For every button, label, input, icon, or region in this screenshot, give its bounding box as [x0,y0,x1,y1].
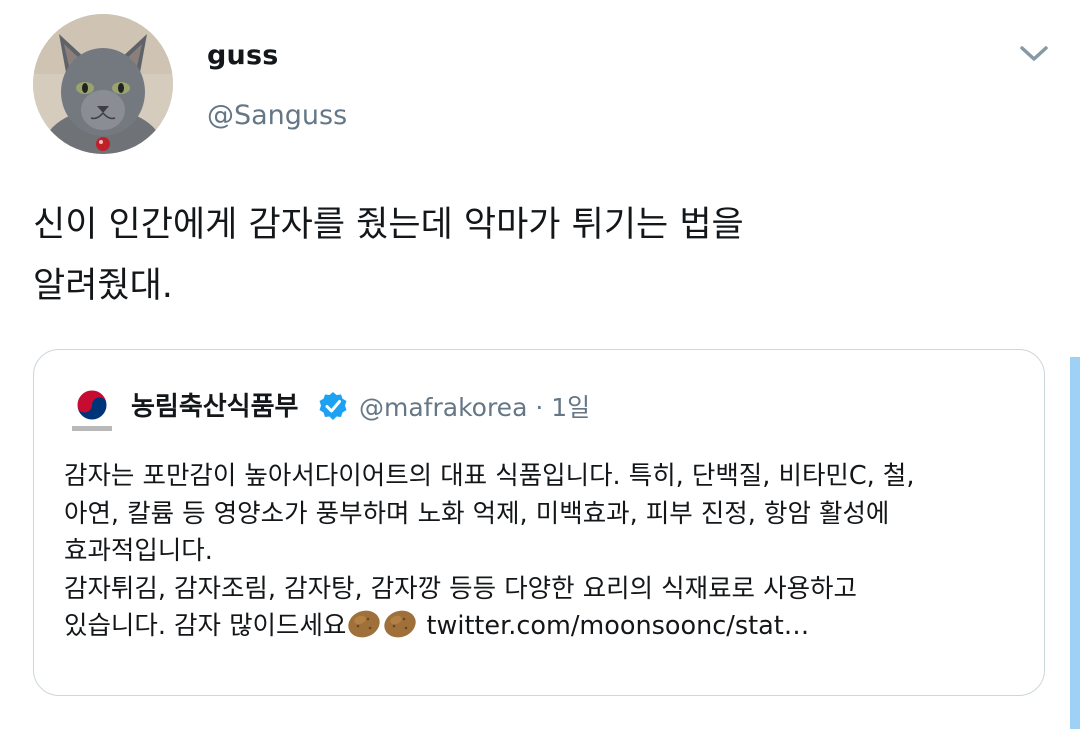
verified-badge-icon [319,392,347,420]
quoted-body-text: 있습니다. 감자 많이드세요 [64,611,347,641]
quoted-tweet-body: 감자는 포만감이 높아서다이어트의 대표 식품입니다. 특히, 단백질, 비타민… [64,458,1024,646]
ministry-logo [64,385,120,437]
potato-emoji [348,610,381,638]
quoted-author-name[interactable]: 농림축산식품부 [131,386,298,423]
quoted-body-line: 있습니다. 감자 많이드세요 twitter.com/moonsoonc/sta… [64,608,1024,646]
scrollbar[interactable] [1070,357,1080,729]
tweet-text: 신이 인간에게 감자를 줬는데 악마가 튀기는 법을 알려줬대. [33,195,1033,317]
tweet-more-button[interactable] [1016,40,1052,66]
tweet-author-handle[interactable]: @Sanguss [207,100,347,131]
quoted-body-line: 아연, 칼륨 등 영양소가 풍부하며 노화 억제, 미백효과, 피부 진정, 항… [64,498,890,529]
profile-avatar[interactable] [33,14,173,154]
quoted-body-line: 감자는 포만감이 높아서다이어트의 대표 식품입니다. 특히, 단백질, 비타민… [64,461,915,491]
quoted-tweet-card[interactable]: 농림축산식품부 @mafrakorea · 1일 감자는 포만감이 높아서다이어… [33,349,1045,696]
quoted-body-line: 효과적입니다. [64,536,213,566]
tweet-text-line: 알려줬대. [33,266,173,306]
quoted-tweet-link[interactable]: twitter.com/moonsoonc/stat… [427,611,810,641]
quoted-tweet-time[interactable]: · 1일 [527,393,590,422]
tweet-text-line: 신이 인간에게 감자를 줬는데 악마가 튀기는 법을 [33,205,744,245]
potato-emoji [384,610,417,638]
quoted-body-line: 감자튀김, 감자조림, 감자탕, 감자깡 등등 다양한 요리의 식재료로 사용하… [64,573,857,604]
quoted-author-meta: @mafrakorea · 1일 [359,388,590,424]
cat-avatar-image [33,14,173,154]
chevron-down-icon [1020,46,1048,61]
quoted-author-handle[interactable]: @mafrakorea [359,393,527,422]
tweet-author-name[interactable]: guss [207,40,279,71]
verified-badge [317,390,349,422]
taegeuk-logo-icon [72,389,112,431]
